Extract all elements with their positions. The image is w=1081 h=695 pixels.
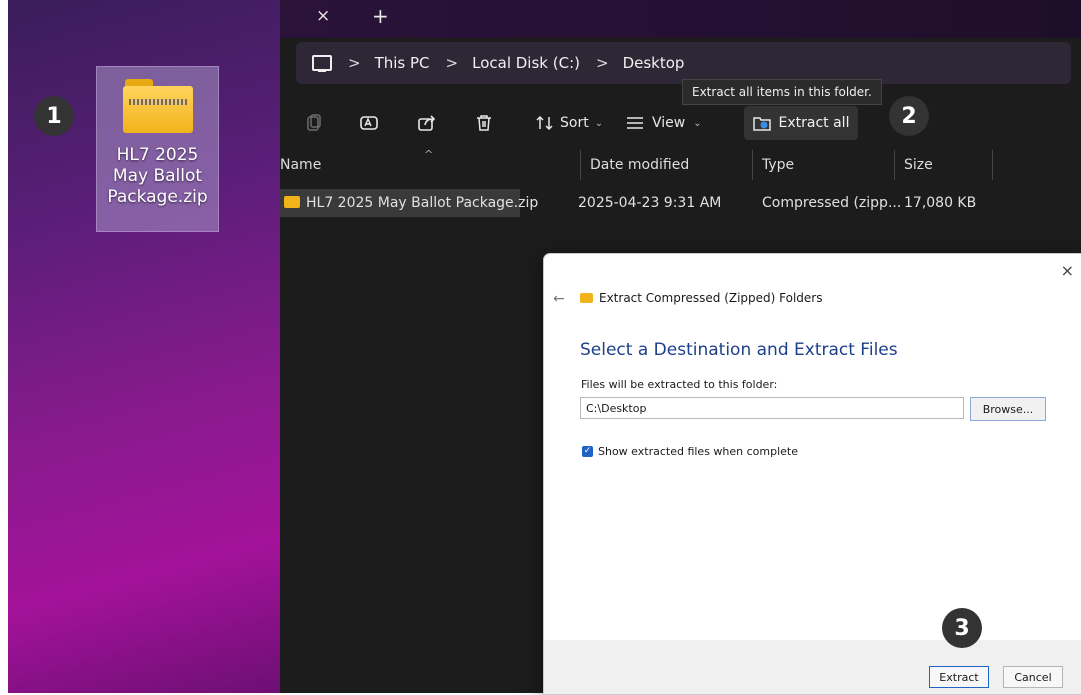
destination-input[interactable] — [580, 397, 964, 419]
breadcrumb-separator: > — [445, 54, 459, 72]
view-button[interactable]: View ⌄ — [626, 110, 702, 136]
chevron-down-icon: ⌄ — [594, 117, 604, 129]
file-date: 2025-04-23 9:31 AM — [578, 195, 722, 211]
delete-icon[interactable] — [476, 110, 492, 136]
extract-dialog: × ← Extract Compressed (Zipped) Folders … — [543, 253, 1081, 695]
file-name: HL7 2025 May Ballot Package.zip — [306, 195, 539, 211]
view-icon — [627, 117, 643, 129]
sort-ascending-icon: ^ — [424, 148, 434, 161]
breadcrumb-separator: > — [348, 54, 361, 72]
breadcrumb-this-pc[interactable]: This PC — [375, 54, 430, 72]
back-arrow-icon[interactable]: ← — [553, 291, 565, 307]
computer-icon — [312, 55, 332, 72]
step-badge-3: 3 — [942, 608, 982, 648]
extract-icon — [752, 117, 771, 131]
dialog-title: Extract Compressed (Zipped) Folders — [580, 291, 823, 305]
cancel-button[interactable]: Cancel — [1003, 666, 1063, 688]
dialog-heading: Select a Destination and Extract Files — [580, 340, 898, 360]
rename-icon[interactable] — [360, 110, 378, 136]
chevron-down-icon: ⌄ — [693, 117, 702, 129]
column-date-modified[interactable]: Date modified — [590, 157, 689, 173]
step-badge-1: 1 — [34, 96, 74, 136]
copy-icon[interactable] — [306, 110, 322, 136]
title-bar: × + — [280, 0, 1081, 38]
extract-all-label: Extract all — [778, 115, 850, 131]
file-size: 17,080 KB — [904, 195, 977, 211]
new-tab-icon[interactable]: + — [372, 4, 389, 28]
zip-folder-icon — [284, 196, 300, 208]
dialog-title-text: Extract Compressed (Zipped) Folders — [599, 291, 823, 305]
sort-button[interactable]: Sort ⌄ — [536, 110, 603, 136]
close-icon[interactable]: × — [1061, 261, 1074, 280]
checkbox-checked-icon[interactable]: ✓ — [582, 446, 593, 457]
sort-icon — [536, 115, 553, 131]
column-size[interactable]: Size — [904, 157, 933, 173]
view-label: View — [652, 115, 686, 131]
browse-button[interactable]: Browse... — [970, 397, 1046, 421]
zip-folder-icon — [122, 79, 193, 133]
address-bar[interactable]: > This PC > Local Disk (C:) > Desktop — [296, 42, 1071, 84]
table-row[interactable]: HL7 2025 May Ballot Package.zip 2025-04-… — [280, 189, 976, 217]
file-type: Compressed (zipp... — [762, 195, 902, 211]
extract-button[interactable]: Extract — [929, 666, 989, 688]
zip-folder-icon — [580, 293, 593, 303]
extract-all-tooltip: Extract all items in this folder. — [682, 79, 882, 105]
close-tab-icon[interactable]: × — [316, 6, 330, 26]
command-bar: Sort ⌄ View ⌄ Extract all — [280, 98, 1081, 148]
sort-label: Sort — [560, 115, 589, 131]
file-name-cell: HL7 2025 May Ballot Package.zip — [284, 195, 538, 211]
extract-all-button[interactable]: Extract all — [744, 106, 858, 140]
desktop-file-label: HL7 2025 May Ballot Package.zip — [107, 145, 208, 207]
destination-label: Files will be extracted to this folder: — [581, 378, 778, 391]
share-icon[interactable] — [418, 110, 436, 136]
show-files-option[interactable]: ✓ Show extracted files when complete — [582, 445, 798, 458]
column-name[interactable]: Name — [280, 157, 321, 173]
step-badge-2: 2 — [889, 96, 929, 136]
column-type[interactable]: Type — [762, 157, 794, 173]
breadcrumb-separator: > — [595, 54, 609, 72]
show-files-label: Show extracted files when complete — [598, 445, 799, 458]
column-headers: Name ^ Date modified Type Size — [280, 148, 1081, 180]
breadcrumb-desktop[interactable]: Desktop — [623, 54, 685, 72]
breadcrumb-local-disk[interactable]: Local Disk (C:) — [472, 54, 580, 72]
desktop-zip-file[interactable]: HL7 2025 May Ballot Package.zip — [96, 66, 219, 232]
dialog-footer: Extract Cancel — [544, 640, 1081, 694]
